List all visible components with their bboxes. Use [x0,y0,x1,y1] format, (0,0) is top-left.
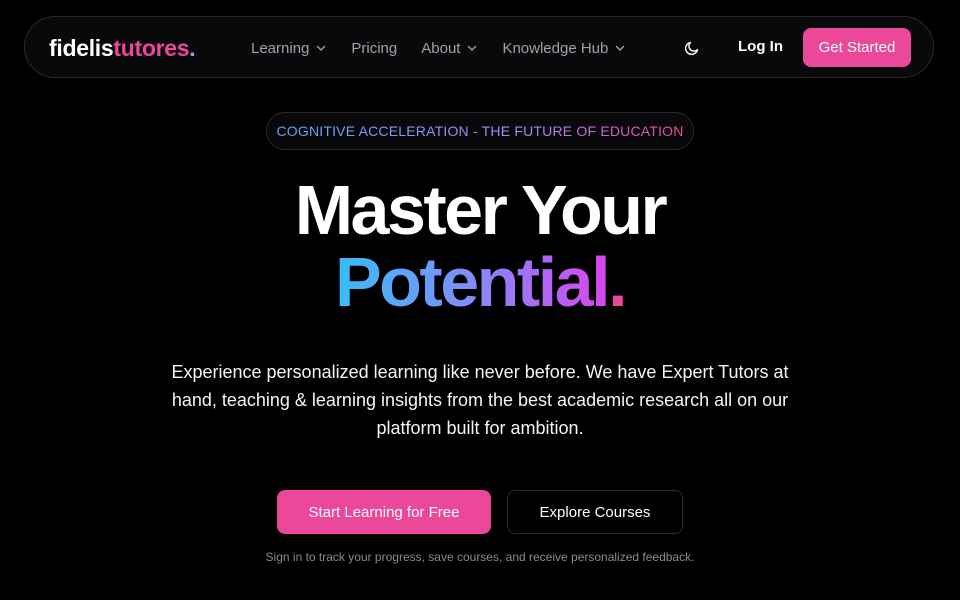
hero-signin-note: Sign in to track your progress, save cou… [265,550,695,564]
hero-title-gradient-word: Potential [334,243,611,321]
nav-item-label: Pricing [351,39,398,57]
top-navbar: fidelistutores. Learning Pricing About K… [24,16,934,78]
logo[interactable]: fidelistutores. [49,33,196,63]
moon-icon[interactable] [683,39,701,57]
nav-item-knowledge-hub[interactable]: Knowledge Hub [502,40,626,57]
nav-item-about[interactable]: About [421,40,478,57]
login-link[interactable]: Log In [738,38,783,55]
logo-text-primary: fidelis [49,35,114,61]
nav-item-label: About [421,39,461,57]
logo-text-accent: tutores [113,35,190,61]
nav-item-pricing[interactable]: Pricing [351,40,397,57]
chevron-down-icon [317,45,326,51]
hero-description: Experience personalized learning like ne… [171,362,789,438]
hero-badge: COGNITIVE ACCELERATION - THE FUTURE OF E… [266,112,694,150]
nav-item-label: Knowledge Hub [502,39,609,57]
hero-title-dot: . [608,243,627,321]
chevron-down-icon [616,45,625,51]
nav-item-label: Learning [251,39,310,57]
landing-page: fidelistutores. Learning Pricing About K… [0,0,960,600]
logo-dot: . [189,35,196,61]
get-started-button[interactable]: Get Started [803,28,911,67]
hero-badge-text: COGNITIVE ACCELERATION - THE FUTURE OF E… [276,123,684,139]
hero-title-line2: Potential. [0,242,960,322]
chevron-down-icon [468,45,477,51]
hero-title-line1: Master Your [294,171,668,249]
explore-courses-button[interactable]: Explore Courses [507,490,683,534]
nav-links: Learning Pricing About Knowledge Hub [251,37,650,59]
start-learning-button[interactable]: Start Learning for Free [277,490,491,534]
nav-item-learning[interactable]: Learning [251,40,327,57]
